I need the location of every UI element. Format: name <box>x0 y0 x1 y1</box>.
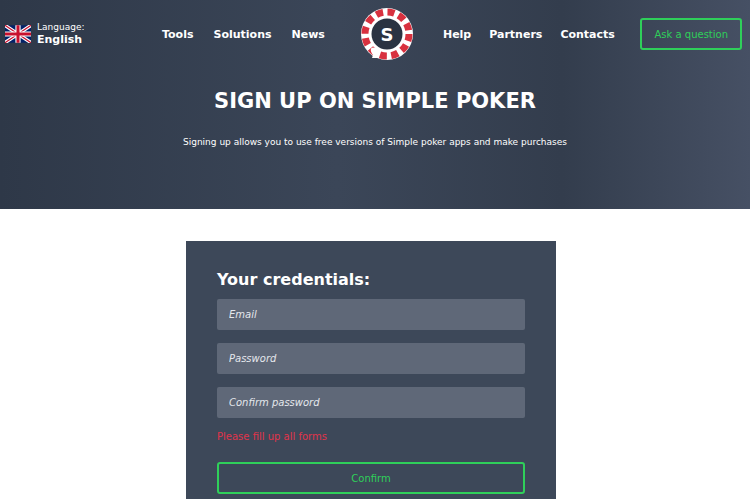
language-text: Language:English <box>37 22 84 46</box>
nav-item[interactable]: News <box>292 28 325 41</box>
nav-item[interactable]: Contacts <box>560 28 614 41</box>
confirm-button[interactable]: Confirm <box>217 462 525 494</box>
nav-item[interactable]: Solutions <box>213 28 271 41</box>
text-field[interactable] <box>217 343 525 374</box>
language-label: Language: <box>37 22 84 33</box>
form-heading: Your credentials: <box>217 269 525 291</box>
form-fields <box>217 299 525 418</box>
nav-item[interactable]: Tools <box>162 28 193 41</box>
page-title: SIGN UP ON SIMPLE POKER <box>214 88 536 114</box>
text-field[interactable] <box>217 387 525 418</box>
nav-left: Tools Solutions News <box>162 28 325 41</box>
page-subtitle: Signing up allows you to use free versio… <box>183 135 567 149</box>
nav-item[interactable]: Help <box>443 28 471 41</box>
language-value: English <box>37 33 84 46</box>
nav-item[interactable]: Partners <box>489 28 542 41</box>
ask-question-button[interactable]: Ask a question <box>640 18 742 50</box>
error-message: Please fill up all forms <box>217 430 525 444</box>
signup-form: Your credentials: Please fill up all form… <box>186 241 556 499</box>
uk-flag-icon <box>5 25 31 43</box>
top-nav: Language:English Tools Solutions News S Help P… <box>0 0 750 68</box>
text-field[interactable] <box>217 299 525 330</box>
nav-right: Help Partners Contacts <box>443 28 615 41</box>
logo[interactable]: S <box>359 6 415 62</box>
content: Your credentials: Please fill up all form… <box>0 209 750 499</box>
language-selector[interactable]: Language:English <box>5 22 162 46</box>
logo-letter: S <box>359 6 415 62</box>
page: Language:English Tools Solutions News S Help P… <box>0 0 750 499</box>
hero-header: Language:English Tools Solutions News S Help P… <box>0 0 750 209</box>
